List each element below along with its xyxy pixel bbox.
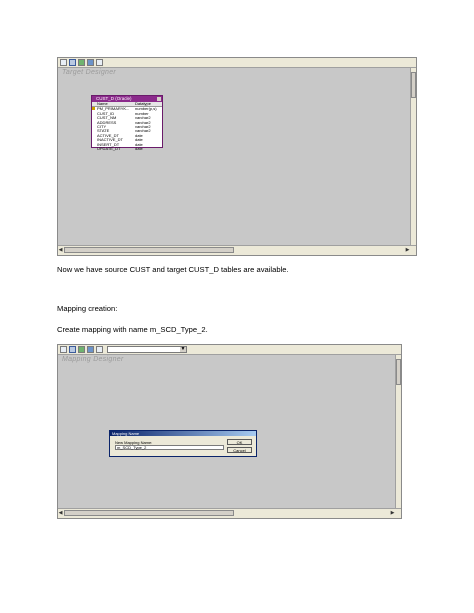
select-tool-icon[interactable] (69, 59, 76, 66)
cancel-button[interactable]: Cancel (227, 447, 252, 453)
vertical-scroll-thumb[interactable] (411, 72, 416, 98)
pointer-icon[interactable] (60, 346, 67, 353)
vertical-scrollbar[interactable] (410, 68, 416, 246)
column-name-cell: UPDATE_DT (97, 146, 121, 152)
paragraph-tables-available: Now we have source CUST and target CUST_… (57, 265, 289, 274)
mapping-name-dialog: Mapping Name New Mapping Name: m_SCD_Typ… (109, 430, 257, 457)
layout-icon[interactable] (96, 346, 103, 353)
chevron-down-icon[interactable]: ▼ (180, 347, 186, 352)
layout-icon[interactable] (96, 59, 103, 66)
paragraph-mapping-creation: Mapping creation: (57, 304, 118, 313)
designer-title: Target Designer (62, 69, 117, 76)
scroll-left-icon[interactable]: ◀ (58, 510, 63, 516)
horizontal-scrollbar[interactable]: ◀ ▶ (58, 508, 401, 518)
paragraph-create-mapping: Create mapping with name m_SCD_Type_2. (57, 325, 208, 334)
target-icon[interactable] (87, 346, 94, 353)
table-menu-icon[interactable] (157, 97, 161, 101)
mapping-name-input[interactable]: m_SCD_Type_2 (115, 445, 224, 450)
horizontal-scroll-thumb[interactable] (64, 247, 234, 253)
ok-button[interactable]: OK (227, 439, 252, 445)
target-icon[interactable] (87, 59, 94, 66)
pointer-icon[interactable] (60, 59, 67, 66)
select-tool-icon[interactable] (69, 346, 76, 353)
table-title[interactable]: CUST_D (Oracle) (92, 96, 162, 102)
target-designer-screenshot: Target Designer CUST_D (Oracle) Name Dat… (57, 57, 417, 256)
datatype-cell: date (135, 146, 143, 152)
designer-toolbar: ▼ (58, 345, 401, 355)
designer-toolbar (58, 58, 416, 68)
source-icon[interactable] (78, 59, 85, 66)
designer-title: Mapping Designer (62, 356, 124, 363)
table-rows: PM_PRIMARYK... number(p,s) CUST_ID number CU… (92, 106, 162, 152)
dialog-title: Mapping Name (110, 431, 256, 436)
scroll-right-icon[interactable]: ▶ (405, 247, 410, 253)
horizontal-scroll-thumb[interactable] (64, 510, 234, 516)
scroll-right-icon[interactable]: ▶ (390, 510, 395, 516)
vertical-scroll-thumb[interactable] (396, 359, 401, 385)
table-title-label: CUST_D (Oracle) (96, 96, 132, 101)
horizontal-scrollbar[interactable]: ◀ ▶ (58, 245, 416, 255)
target-table-cust-d[interactable]: CUST_D (Oracle) Name Datatype PM_PRIMARY… (91, 95, 163, 152)
scroll-left-icon[interactable]: ◀ (58, 247, 63, 253)
source-icon[interactable] (78, 346, 85, 353)
table-row[interactable]: UPDATE_DT date (92, 146, 162, 152)
toolbar-dropdown[interactable]: ▼ (107, 346, 187, 353)
vertical-scrollbar[interactable] (395, 355, 401, 509)
mapping-designer-screenshot: ▼ Mapping Designer Mapping Name New Mapp… (57, 344, 402, 519)
